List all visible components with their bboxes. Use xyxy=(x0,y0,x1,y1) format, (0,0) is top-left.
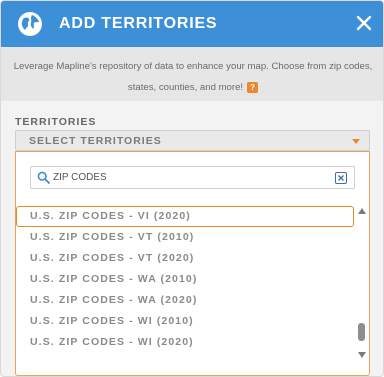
chevron-down-icon xyxy=(352,139,360,144)
list-item[interactable]: U.S. ZIP CODES - WA (2020) xyxy=(16,290,354,311)
territories-select[interactable]: SELECT TERRITORIES xyxy=(15,130,370,151)
help-icon[interactable]: ? xyxy=(247,82,259,93)
list-item[interactable]: U.S. ZIP CODES - WI (2010) xyxy=(16,311,354,332)
search-input[interactable] xyxy=(53,169,323,186)
close-icon[interactable] xyxy=(353,12,375,34)
description-text-block: Leverage Mapline's repository of data to… xyxy=(7,56,379,98)
territory-options-list: U.S. ZIP CODES - VI (2020) U.S. ZIP CODE… xyxy=(16,206,354,374)
territories-select-placeholder: SELECT TERRITORIES xyxy=(29,135,162,147)
scroll-thumb[interactable] xyxy=(358,323,365,341)
search-box xyxy=(30,166,355,189)
territories-label: TERRITORIES xyxy=(15,116,97,128)
description-text: Leverage Mapline's repository of data to… xyxy=(13,61,373,93)
scroll-up-icon[interactable] xyxy=(358,208,366,214)
territories-dropdown: U.S. ZIP CODES - VI (2020) U.S. ZIP CODE… xyxy=(15,151,370,376)
search-icon xyxy=(37,171,50,184)
list-scrollbar[interactable] xyxy=(355,206,369,361)
description-banner: Leverage Mapline's repository of data to… xyxy=(1,47,383,101)
clear-search-icon[interactable] xyxy=(335,172,347,184)
dialog-header: ADD TERRITORIES xyxy=(1,1,383,47)
list-item[interactable]: U.S. ZIP CODES - WI (2020) xyxy=(16,332,354,353)
scroll-down-icon[interactable] xyxy=(358,352,366,358)
list-item[interactable]: U.S. ZIP CODES - VI (2020) xyxy=(16,206,354,227)
list-item[interactable]: U.S. ZIP CODES - VT (2010) xyxy=(16,227,354,248)
add-territories-dialog: ADD TERRITORIES Leverage Mapline's repos… xyxy=(0,0,384,377)
dialog-title: ADD TERRITORIES xyxy=(59,15,218,32)
list-item[interactable]: U.S. ZIP CODES - WA (2010) xyxy=(16,269,354,290)
globe-icon xyxy=(18,12,42,36)
list-item[interactable]: U.S. ZIP CODES - VT (2020) xyxy=(16,248,354,269)
